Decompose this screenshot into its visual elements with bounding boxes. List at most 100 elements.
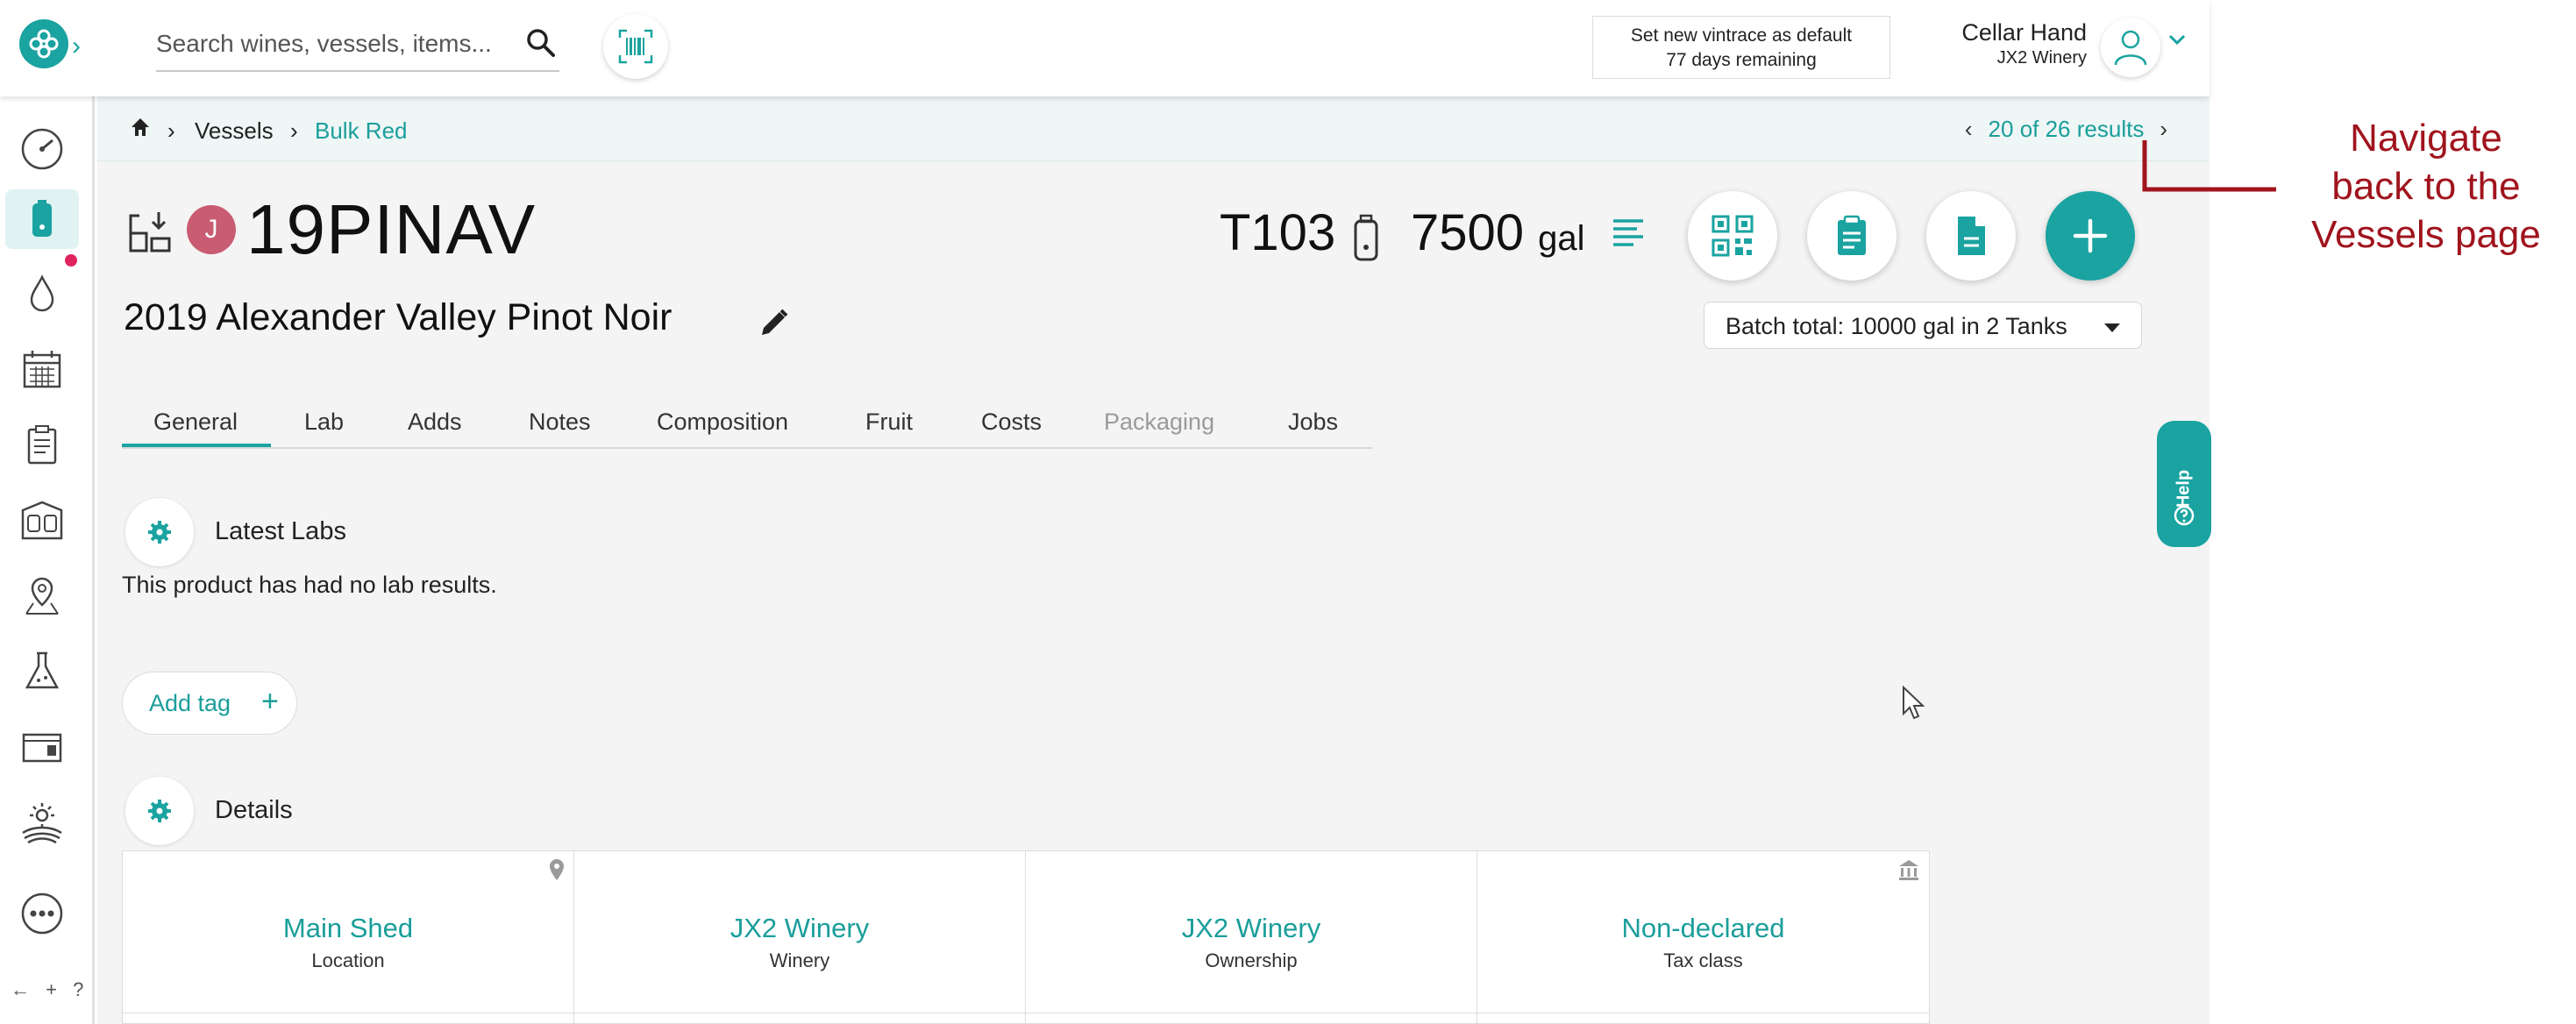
calendar-icon (23, 351, 61, 388)
tab-notes[interactable]: Notes (529, 409, 591, 436)
volume-unit: gal (1538, 219, 1585, 258)
home-icon[interactable] (129, 116, 152, 145)
batch-total-dropdown[interactable]: Batch total: 10000 gal in 2 Tanks (1704, 302, 2142, 349)
product-tabs: General Lab Adds Notes Composition Fruit… (122, 395, 1372, 449)
expand-menu-chevron-icon[interactable]: › (72, 32, 81, 61)
user-org: JX2 Winery (1996, 48, 2087, 68)
bank-icon (1897, 858, 1920, 885)
tax-class-value: Non-declared (1621, 913, 1785, 943)
tab-jobs[interactable]: Jobs (1288, 409, 1338, 436)
notification-dot (65, 254, 77, 267)
flask-icon (25, 651, 60, 689)
sidebar-item-tanks[interactable] (12, 491, 72, 551)
help-question-icon (2174, 505, 2195, 530)
sidebar-item-vessels[interactable] (5, 189, 79, 249)
vessel-volume: 7500 gal (1411, 203, 1585, 262)
breadcrumb-vessels[interactable]: Vessels (195, 117, 274, 145)
breadcrumb-current[interactable]: Bulk Red (315, 117, 408, 145)
sidebar-item-jobs[interactable] (12, 416, 72, 475)
edit-pencil-icon[interactable] (758, 307, 790, 343)
add-action-button[interactable] (2046, 191, 2135, 281)
sidebar-item-locations[interactable] (12, 566, 72, 626)
tab-fruit[interactable]: Fruit (865, 409, 913, 436)
location-value: Main Shed (282, 913, 414, 943)
vessel-code[interactable]: T103 (1220, 203, 1335, 262)
tank-icon (1351, 214, 1381, 267)
user-name: Cellar Hand (1961, 19, 2087, 46)
vineyard-icon (22, 803, 62, 844)
dropdown-caret-icon (2104, 324, 2120, 332)
barrel-icon (22, 733, 62, 763)
sidebar-item-lab[interactable] (12, 642, 72, 701)
sidebar-item-calendar[interactable] (12, 340, 72, 400)
mouse-cursor-icon (1902, 685, 1926, 725)
labs-settings-button[interactable] (125, 498, 194, 566)
annotation-line-2: back to the (2331, 165, 2521, 208)
annotation-text: Navigate back to the Vessels page (2276, 114, 2576, 259)
license-notice[interactable]: Set new vintrace as default 77 days rema… (1592, 16, 1890, 79)
qr-code-button[interactable] (1688, 191, 1777, 281)
avatar[interactable] (2101, 18, 2160, 77)
help-button[interactable]: Help (2157, 421, 2211, 547)
search-icon[interactable] (526, 28, 556, 62)
user-menu-chevron-down-icon[interactable] (2167, 33, 2187, 50)
details-list-icon[interactable] (1611, 217, 1646, 253)
sidebar-item-vineyard[interactable] (12, 793, 72, 852)
details-cell-tax-class[interactable]: Non-declared Tax class (1477, 851, 1929, 1024)
product-name: 2019 Alexander Valley Pinot Noir (124, 296, 672, 338)
location-label: Location (311, 949, 385, 971)
sidebar-item-dry-goods[interactable] (12, 717, 72, 777)
top-bar: › Set new vintrace as default 77 days re… (0, 0, 2210, 96)
latest-labs-title: Latest Labs (215, 517, 346, 545)
search-input[interactable] (156, 25, 507, 63)
gear-icon (148, 800, 171, 822)
details-cell-location[interactable]: Main Shed Location (123, 851, 574, 1024)
details-cell-winery[interactable]: JX2 Winery Winery (574, 851, 1026, 1024)
tab-general[interactable]: General (153, 409, 238, 436)
map-pin-icon (549, 858, 565, 885)
tanks-icon (21, 501, 63, 540)
sidebar-footer-controls[interactable]: ← + ? (11, 978, 89, 1001)
barcode-scan-button[interactable] (603, 14, 668, 79)
winery-value: JX2 Winery (729, 913, 870, 943)
transfer-tray-icon[interactable] (125, 209, 174, 260)
clipboard-icon (1838, 215, 1866, 255)
add-tag-button[interactable]: Add tag + (122, 672, 297, 735)
main-content: › Vessels › Bulk Red ‹ 20 of 26 results › … (97, 96, 2210, 1024)
details-next-row (123, 1013, 1929, 1024)
document-button[interactable] (1926, 191, 2016, 281)
details-settings-button[interactable] (125, 777, 194, 845)
location-icon (25, 577, 59, 615)
annotation-line-1: Navigate (2350, 117, 2502, 160)
sidebar-item-wine[interactable] (12, 254, 77, 324)
global-search (156, 18, 559, 72)
license-default-text: Set new vintrace as default (1630, 25, 1853, 46)
breadcrumb: › Vessels › Bulk Red ‹ 20 of 26 results › (97, 96, 2210, 161)
tab-composition[interactable]: Composition (657, 409, 788, 436)
gear-icon (148, 521, 171, 544)
next-result-chevron-icon[interactable]: › (2160, 116, 2167, 142)
product-code: 19PINAV (246, 190, 537, 268)
details-cell-ownership[interactable]: JX2 Winery Ownership (1026, 851, 1477, 1024)
user-icon (2114, 30, 2147, 66)
sidebar-item-more[interactable] (12, 884, 72, 943)
drop-icon (30, 274, 54, 312)
active-tab-indicator (122, 444, 271, 447)
annotation-line-3: Vessels page (2311, 213, 2541, 256)
sidebar: ← + ? (0, 96, 95, 1024)
app-logo-icon[interactable] (19, 19, 68, 68)
previous-result-chevron-icon[interactable]: ‹ (1965, 116, 1973, 142)
dashboard-icon (21, 128, 63, 170)
sidebar-item-dashboard[interactable] (12, 119, 72, 179)
details-title: Details (215, 796, 293, 824)
clipboard-icon (27, 425, 57, 465)
winery-label: Winery (769, 949, 830, 971)
license-days-remaining: 77 days remaining (1666, 50, 1817, 70)
clipboard-button[interactable] (1807, 191, 1896, 281)
tab-costs[interactable]: Costs (981, 409, 1042, 436)
tab-adds[interactable]: Adds (408, 409, 462, 436)
pagination-count[interactable]: 20 of 26 results (1989, 116, 2145, 142)
add-tag-label: Add tag (149, 690, 231, 716)
tab-lab[interactable]: Lab (304, 409, 344, 436)
more-icon (21, 892, 63, 935)
